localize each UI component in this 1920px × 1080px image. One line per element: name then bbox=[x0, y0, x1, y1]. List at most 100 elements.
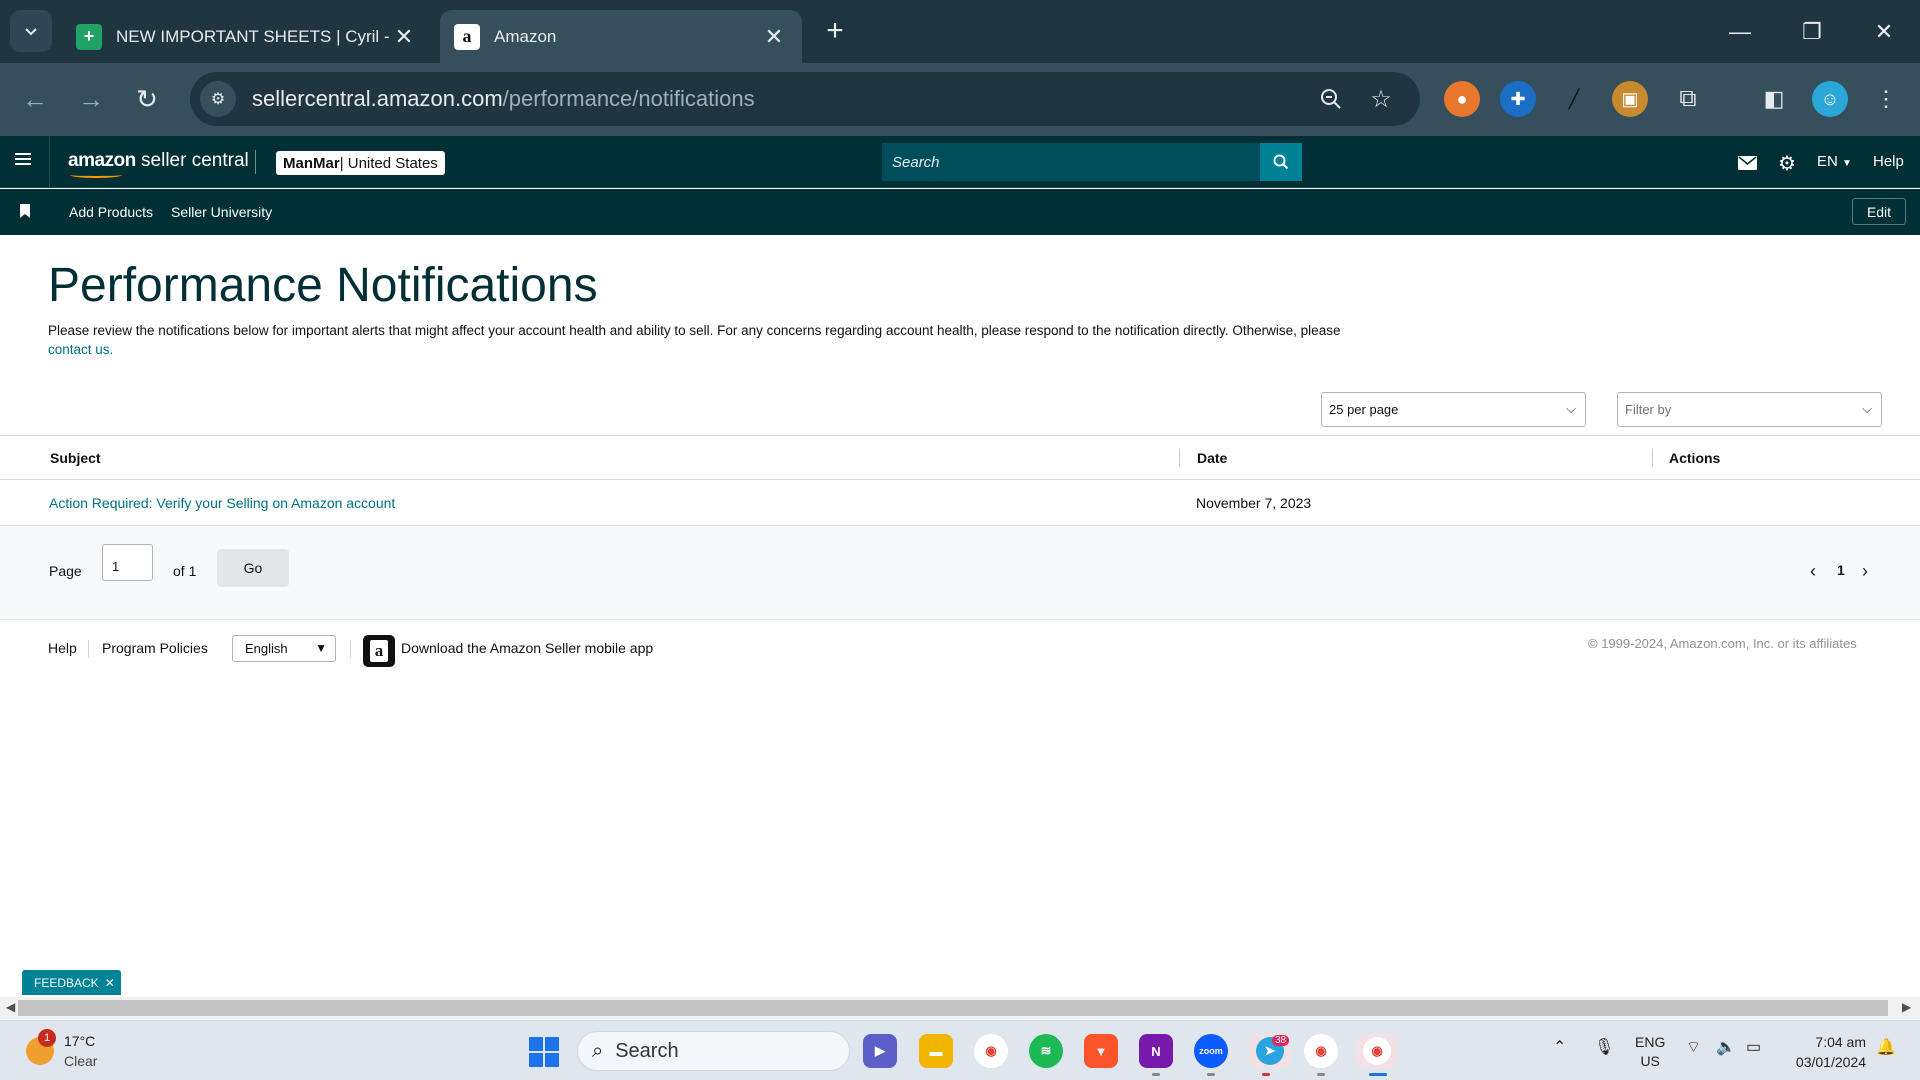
extension-orange-icon[interactable]: ● bbox=[1444, 81, 1480, 117]
account-switcher[interactable]: ManMar | United States bbox=[276, 151, 445, 175]
column-subject: Subject bbox=[50, 450, 101, 466]
battery-icon[interactable]: ▭ bbox=[1746, 1037, 1761, 1057]
input-language[interactable]: ENG US bbox=[1635, 1033, 1665, 1071]
previous-page-icon[interactable]: ‹ bbox=[1810, 561, 1816, 582]
column-date: Date bbox=[1197, 450, 1228, 466]
minimize-icon[interactable]: — bbox=[1720, 12, 1760, 52]
brave-icon[interactable]: ▼ bbox=[1084, 1034, 1118, 1068]
scrollbar-thumb[interactable] bbox=[18, 1000, 1888, 1016]
footer-help-link[interactable]: Help bbox=[48, 640, 77, 656]
new-tab-button[interactable]: + bbox=[818, 14, 852, 48]
wifi-icon[interactable]: ⌔ bbox=[1686, 1037, 1701, 1057]
page-number-input[interactable] bbox=[102, 544, 153, 581]
amazon-smile-icon bbox=[70, 172, 122, 178]
next-page-icon[interactable]: › bbox=[1862, 561, 1868, 582]
seller-central-logo[interactable]: amazon seller central bbox=[68, 150, 249, 178]
column-divider bbox=[1652, 449, 1653, 467]
search-icon bbox=[1273, 154, 1289, 170]
nav-seller-university[interactable]: Seller University bbox=[171, 204, 272, 220]
page-number-current[interactable]: 1 bbox=[1837, 562, 1845, 578]
scroll-left-icon[interactable]: ◀ bbox=[6, 1000, 15, 1014]
teams-meet-icon[interactable]: ▶ bbox=[863, 1034, 897, 1068]
weather-temperature: 17°C bbox=[64, 1033, 96, 1049]
copyright-text: © 1999-2024, Amazon.com, Inc. or its aff… bbox=[1588, 636, 1857, 651]
close-icon[interactable]: ✕ bbox=[390, 23, 418, 51]
per-page-select[interactable]: 25 per page ⌵ bbox=[1321, 392, 1586, 427]
notification-bell-icon[interactable]: 🔔 bbox=[1876, 1037, 1896, 1057]
feedback-button[interactable]: FEEDBACK ✕ bbox=[22, 970, 121, 995]
browser-tab-amazon[interactable]: a Amazon ✕ bbox=[440, 10, 802, 63]
weather-condition: Clear bbox=[64, 1053, 98, 1069]
search-icon: ⌕ bbox=[592, 1039, 604, 1062]
reload-icon[interactable]: ↻ bbox=[126, 78, 168, 120]
scroll-right-icon[interactable]: ▶ bbox=[1902, 1000, 1911, 1014]
close-icon[interactable]: ✕ bbox=[105, 976, 115, 990]
spotify-icon[interactable]: ≋ bbox=[1029, 1034, 1063, 1068]
contact-us-link[interactable]: contact us. bbox=[48, 342, 113, 357]
system-clock[interactable]: 7:04 am 03/01/2024 bbox=[1776, 1032, 1866, 1072]
per-page-value: 25 per page bbox=[1329, 402, 1399, 417]
settings-gear-icon[interactable]: ⚙ bbox=[1778, 151, 1796, 175]
filter-placeholder: Filter by bbox=[1625, 402, 1672, 417]
extension-plus-icon[interactable]: ✚ bbox=[1500, 81, 1536, 117]
site-info-icon[interactable]: ⚙ bbox=[200, 81, 236, 117]
restore-icon[interactable]: ❐ bbox=[1792, 12, 1832, 52]
address-bar[interactable]: ⚙ sellercentral.amazon.com/performance/n… bbox=[190, 72, 1420, 126]
search-button[interactable] bbox=[1260, 143, 1302, 181]
nav-add-products[interactable]: Add Products bbox=[69, 204, 153, 220]
column-actions: Actions bbox=[1669, 450, 1721, 466]
back-icon[interactable]: ← bbox=[14, 78, 56, 120]
notification-subject-link[interactable]: Action Required: Verify your Selling on … bbox=[49, 495, 395, 511]
zoom-app-icon[interactable]: zoom bbox=[1194, 1034, 1228, 1068]
show-hidden-icons[interactable]: ⌃ bbox=[1553, 1037, 1566, 1057]
language-selector[interactable]: EN ▼ bbox=[1817, 153, 1852, 170]
zoom-icon[interactable] bbox=[1314, 82, 1348, 116]
page-title: Performance Notifications bbox=[48, 259, 598, 312]
close-window-icon[interactable]: ✕ bbox=[1864, 12, 1904, 52]
bookmark-icon[interactable] bbox=[20, 204, 30, 218]
edit-button[interactable]: Edit bbox=[1852, 198, 1906, 225]
footer-language-select[interactable]: English ▼ bbox=[232, 635, 336, 662]
divider bbox=[49, 136, 50, 188]
browser-toolbar: ← → ↻ ⚙ sellercentral.amazon.com/perform… bbox=[0, 63, 1920, 136]
filter-select[interactable]: Filter by ⌵ bbox=[1617, 392, 1882, 427]
forward-icon[interactable]: → bbox=[70, 78, 112, 120]
running-indicator bbox=[1262, 1073, 1270, 1076]
go-button[interactable]: Go bbox=[217, 549, 289, 587]
url-text[interactable]: sellercentral.amazon.com/performance/not… bbox=[252, 86, 755, 112]
caret-down-icon: ▼ bbox=[1842, 158, 1852, 169]
extension-box-icon[interactable]: ▣ bbox=[1612, 81, 1648, 117]
chrome-icon[interactable]: ◉ bbox=[974, 1034, 1008, 1068]
horizontal-scrollbar[interactable]: ◀ ▶ bbox=[0, 997, 1920, 1019]
browser-tab-sheets[interactable]: + NEW IMPORTANT SHEETS | Cyril - ✕ bbox=[62, 10, 432, 63]
chevron-down-icon bbox=[25, 28, 37, 36]
search-input[interactable] bbox=[882, 143, 1260, 181]
side-panel-icon[interactable]: ◧ bbox=[1756, 81, 1792, 117]
chrome-profile-icon[interactable]: ◉ bbox=[1304, 1034, 1338, 1068]
running-indicator bbox=[1207, 1073, 1215, 1076]
mail-icon[interactable] bbox=[1738, 151, 1757, 175]
windows-start-icon[interactable] bbox=[529, 1037, 559, 1067]
hamburger-menu-icon[interactable] bbox=[14, 150, 34, 174]
weather-widget[interactable]: 17°C Clear bbox=[64, 1031, 97, 1071]
more-menu-icon[interactable]: ⋮ bbox=[1868, 81, 1904, 117]
profile-avatar[interactable]: ☺ bbox=[1812, 81, 1848, 117]
chrome-active-icon[interactable]: ◉ bbox=[1356, 1034, 1398, 1068]
page-label: Page bbox=[49, 563, 82, 579]
bookmark-star-icon[interactable]: ☆ bbox=[1364, 82, 1398, 116]
microphone-icon[interactable]: 🎙 bbox=[1594, 1037, 1614, 1057]
footer-program-policies-link[interactable]: Program Policies bbox=[102, 640, 208, 656]
amazon-seller-app-icon[interactable]: a bbox=[363, 635, 395, 667]
onenote-icon[interactable]: N bbox=[1139, 1034, 1173, 1068]
extension-pen-icon[interactable]: ╱ bbox=[1556, 81, 1592, 117]
pagination-bar: Page of 1 Go ‹ 1 › bbox=[0, 527, 1920, 620]
help-link[interactable]: Help bbox=[1873, 153, 1904, 170]
close-icon[interactable]: ✕ bbox=[760, 23, 788, 51]
divider bbox=[350, 640, 351, 658]
download-app-link[interactable]: Download the Amazon Seller mobile app bbox=[401, 640, 653, 656]
file-explorer-icon[interactable]: ▬ bbox=[919, 1034, 953, 1068]
extensions-puzzle-icon[interactable]: ⧉ bbox=[1670, 81, 1706, 117]
taskbar-search[interactable]: ⌕ Search bbox=[577, 1031, 850, 1071]
tab-search-button[interactable] bbox=[10, 10, 52, 52]
volume-icon[interactable]: 🔈 bbox=[1716, 1037, 1736, 1057]
